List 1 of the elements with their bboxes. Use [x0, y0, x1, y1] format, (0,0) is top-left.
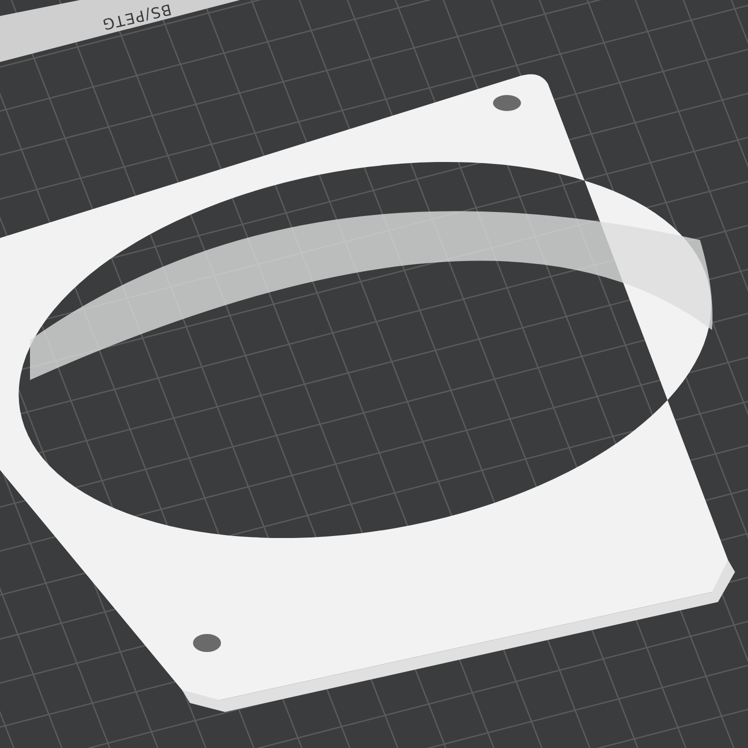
plate-label: BS/PETG [100, 0, 174, 34]
